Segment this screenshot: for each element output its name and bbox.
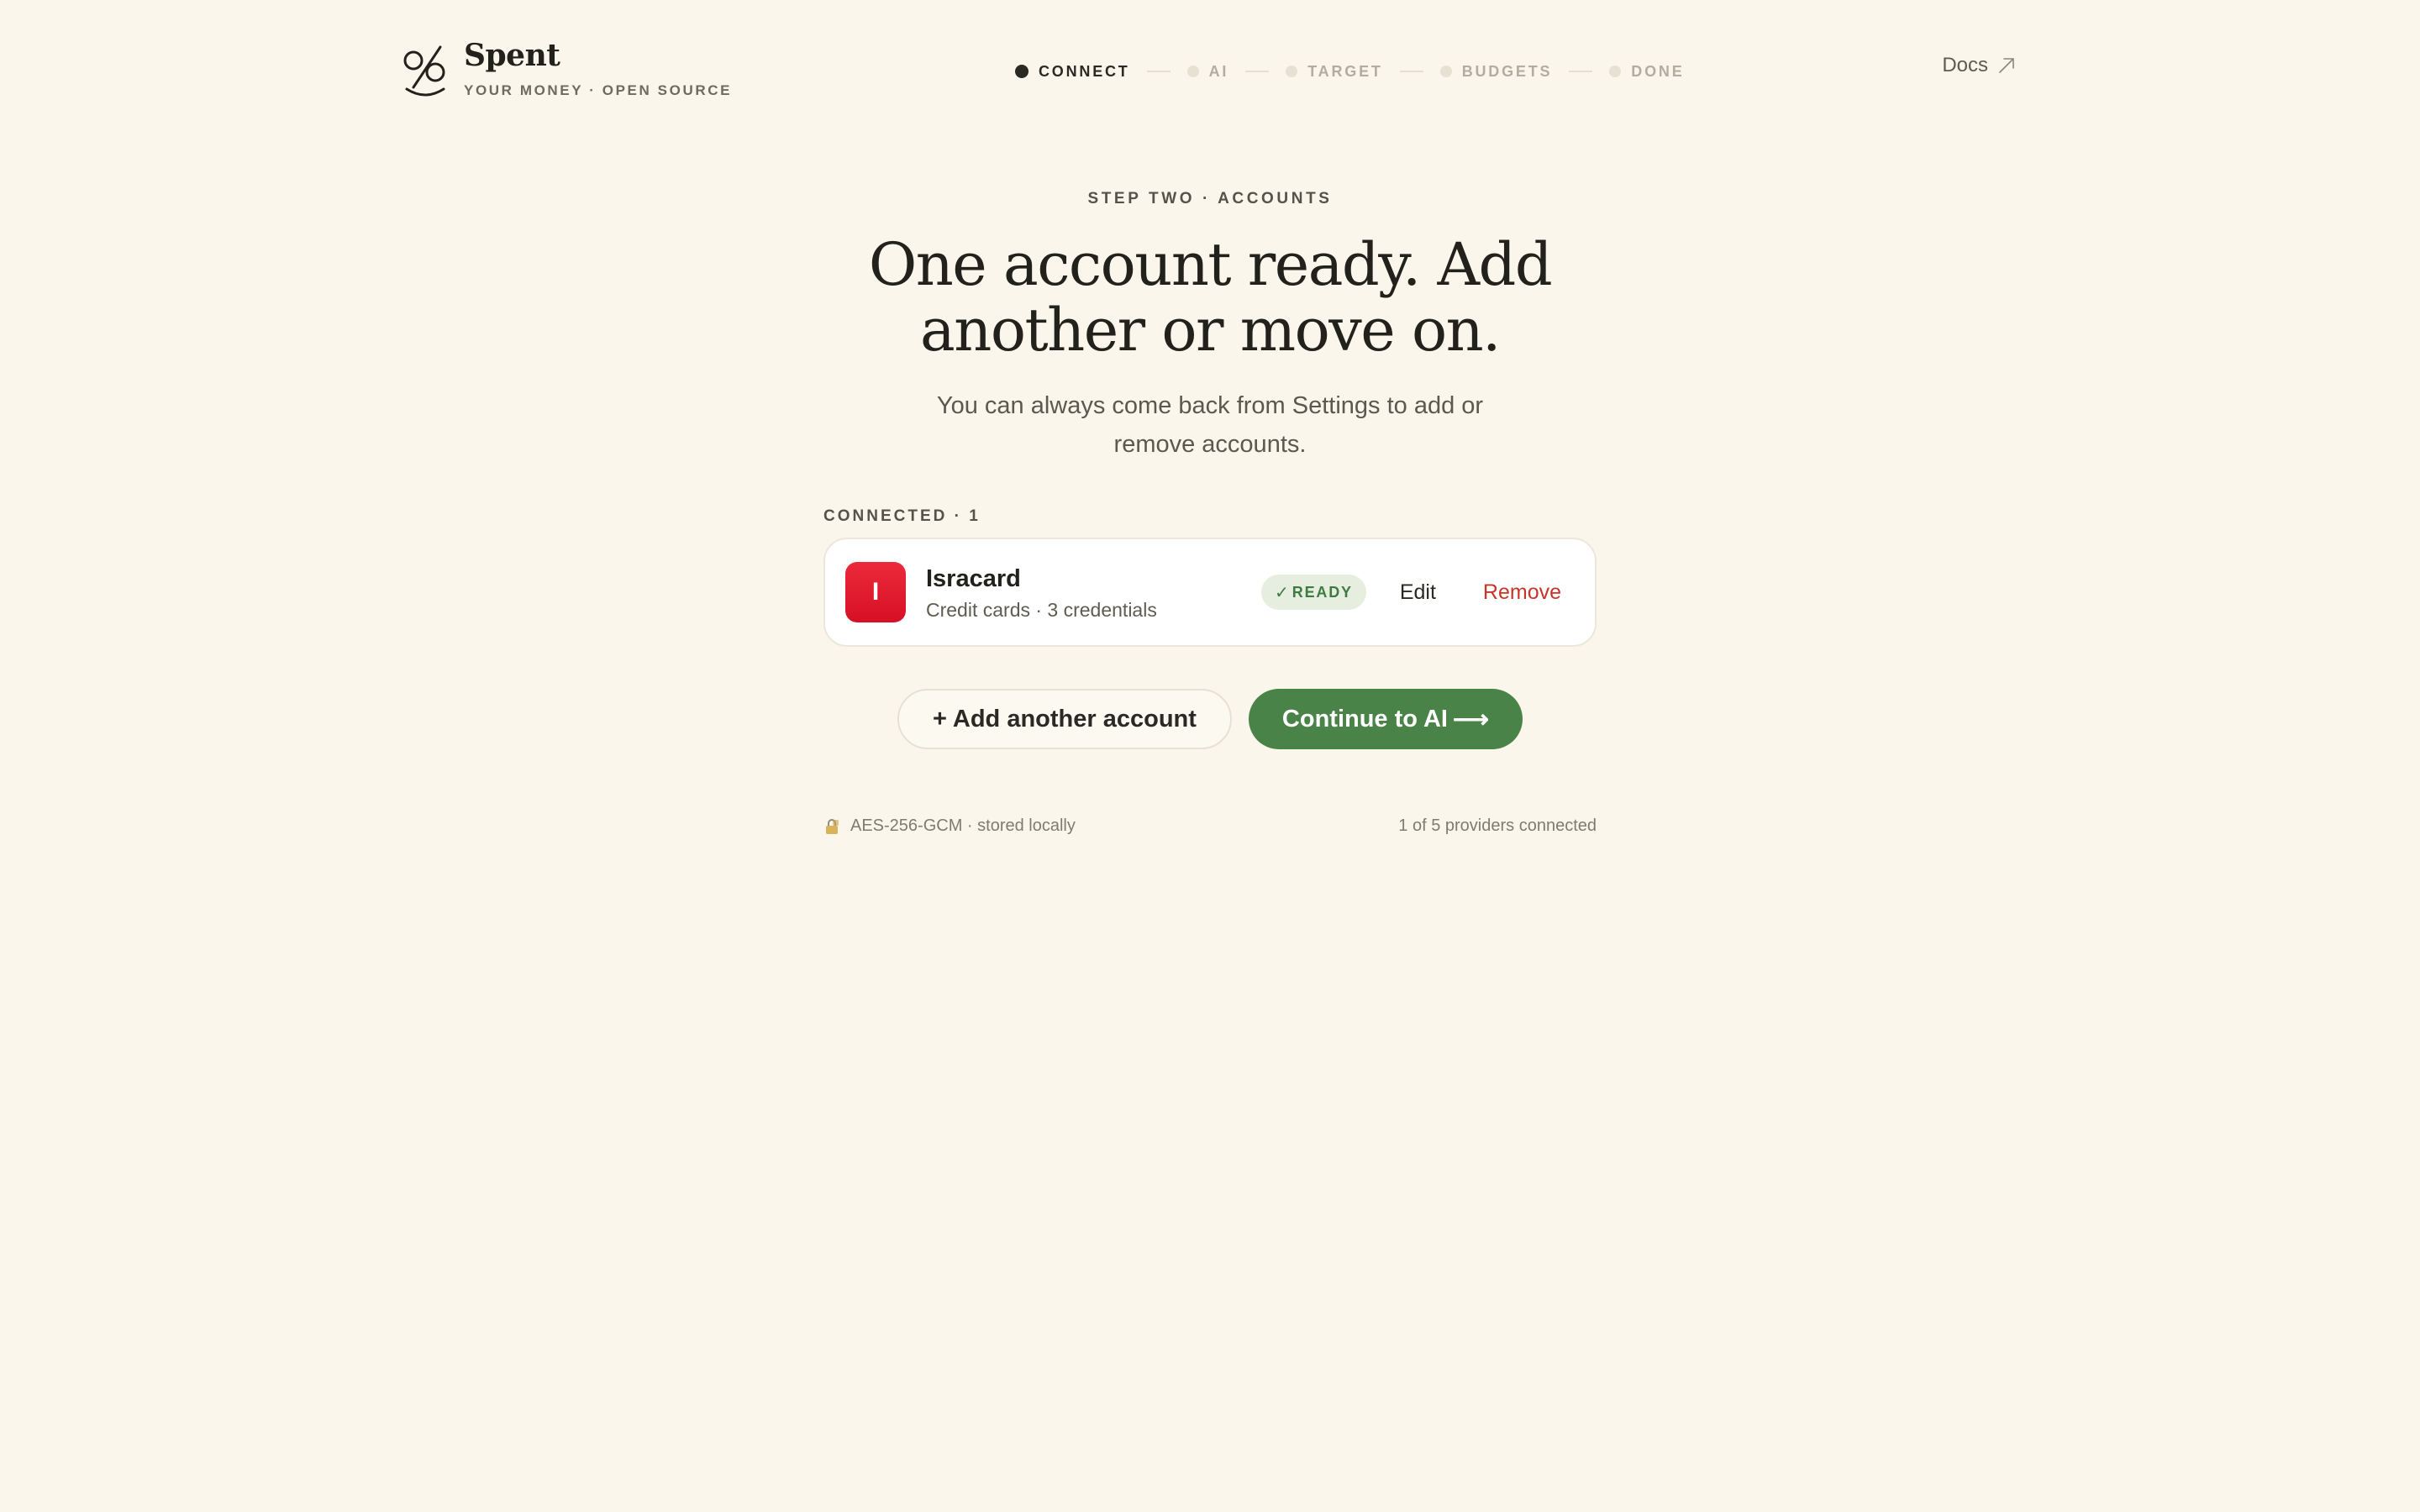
status-badge-label: READY	[1292, 583, 1353, 601]
docs-label: Docs	[1942, 54, 1988, 76]
step-ai: AI	[1186, 62, 1229, 81]
account-avatar: I	[845, 562, 906, 622]
step-target: TARGET	[1286, 63, 1382, 81]
brand-name: Spent	[464, 38, 560, 73]
step-label: BUDGETS	[1461, 62, 1553, 80]
page-title-line-1: One account ready. Add	[868, 230, 1553, 299]
step-indicator-dot	[1286, 66, 1298, 77]
add-another-account-button[interactable]: + Add another account	[897, 689, 1232, 749]
page-title: One account ready. Add another or move o…	[823, 232, 1597, 363]
step-separator	[1146, 71, 1171, 72]
onboarding-steps: CONNECT AI TARGET BUDGETS DONE	[1015, 59, 1685, 84]
providers-count: 1 of 5 providers connected	[1398, 816, 1597, 835]
step-done: DONE	[1609, 63, 1684, 81]
step-eyebrow: STEP TWO · ACCOUNTS	[1087, 190, 1333, 207]
brand[interactable]: Spent YOUR MONEY · OPEN SOURCE	[402, 37, 732, 101]
brand-tagline: YOUR MONEY · OPEN SOURCE	[464, 82, 733, 98]
step-budgets: BUDGETS	[1439, 62, 1553, 81]
docs-link[interactable]: Docs	[1942, 54, 2017, 77]
edit-account-button[interactable]: Edit	[1400, 580, 1436, 605]
account-meta: Credit cards · 3 credentials	[926, 598, 1157, 621]
step-separator	[1569, 71, 1593, 72]
step-indicator-dot	[1015, 65, 1028, 78]
page-subtitle: You can always come back from Settings t…	[936, 392, 1484, 458]
step-label: DONE	[1631, 62, 1685, 80]
step-separator	[1245, 71, 1270, 72]
check-icon: ✓	[1275, 583, 1289, 602]
main-content: STEP TWO · ACCOUNTS One account ready. A…	[823, 190, 1597, 836]
external-arrow-icon	[1999, 58, 2014, 73]
security-note: AES-256-GCM · stored locally	[850, 816, 1076, 835]
cta-row: + Add another account Continue to AI ⟶	[823, 689, 1597, 749]
step-separator	[1399, 71, 1423, 72]
remove-account-button[interactable]: Remove	[1483, 580, 1561, 605]
continue-label: Continue to AI	[1281, 705, 1448, 732]
step-label: TARGET	[1307, 62, 1383, 80]
account-name: Isracard	[926, 564, 1021, 592]
step-connect: CONNECT	[1015, 63, 1130, 81]
step-indicator-dot	[1609, 66, 1622, 77]
step-label: AI	[1208, 62, 1229, 80]
page-title-line-2: another or move on.	[920, 296, 1501, 365]
spent-logo-icon	[403, 45, 445, 97]
account-card-isracard: I Isracard Credit cards · 3 credentials …	[823, 538, 1597, 647]
footer-row: AES-256-GCM · stored locally 1 of 5 prov…	[823, 816, 1597, 836]
status-badge: ✓ READY	[1261, 575, 1366, 610]
arrow-right-icon: ⟶	[1452, 705, 1489, 733]
step-label: CONNECT	[1039, 62, 1130, 80]
top-header: Spent YOUR MONEY · OPEN SOURCE CONNECT A…	[402, 37, 2017, 104]
connected-count-label: CONNECTED · 1	[823, 507, 981, 525]
step-indicator-dot	[1186, 66, 1199, 77]
continue-to-ai-button[interactable]: Continue to AI ⟶	[1248, 689, 1523, 749]
step-indicator-dot	[1439, 66, 1452, 77]
lock-icon	[826, 818, 839, 834]
